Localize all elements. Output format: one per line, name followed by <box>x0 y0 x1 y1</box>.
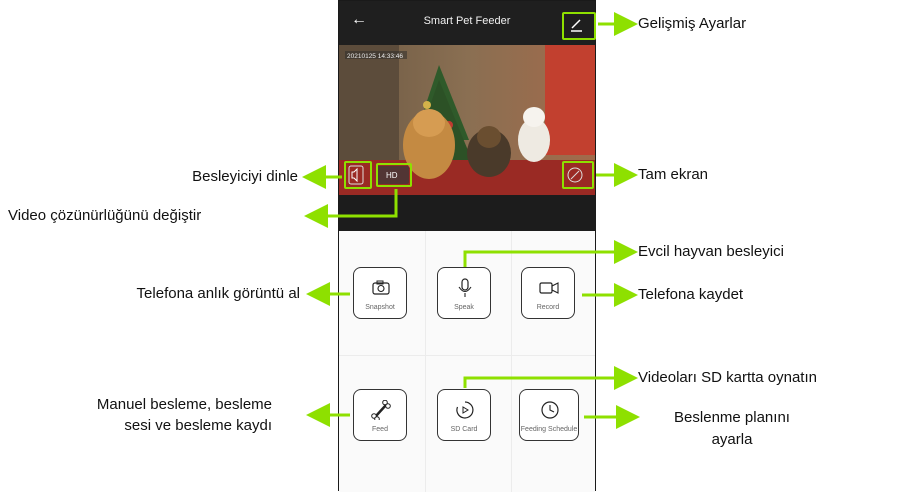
record-annotation: Telefona kaydet <box>638 286 744 303</box>
snapshot-annotation: Telefona anlık görüntü al <box>136 285 300 302</box>
feed-annotation-line2: sesi ve besleme kaydı <box>124 417 272 434</box>
feed-annotation-line1: Manuel besleme, besleme <box>96 396 272 413</box>
fullscreen-annotation: Tam ekran <box>638 166 709 183</box>
sdcard-annotation: Videoları SD kartta oynatın <box>638 369 817 386</box>
schedule-annotation-line1: Beslenme planını <box>674 409 790 426</box>
speak-annotation: Evcil hayvan besleyici <box>638 243 784 260</box>
resolution-annotation: Video çözünürlüğünü değiştir <box>8 207 202 224</box>
listen-annotation: Besleyiciyi dinle <box>192 168 298 185</box>
schedule-annotation-line2: ayarla <box>711 431 753 448</box>
settings-annotation: Gelişmiş Ayarlar <box>638 15 747 32</box>
